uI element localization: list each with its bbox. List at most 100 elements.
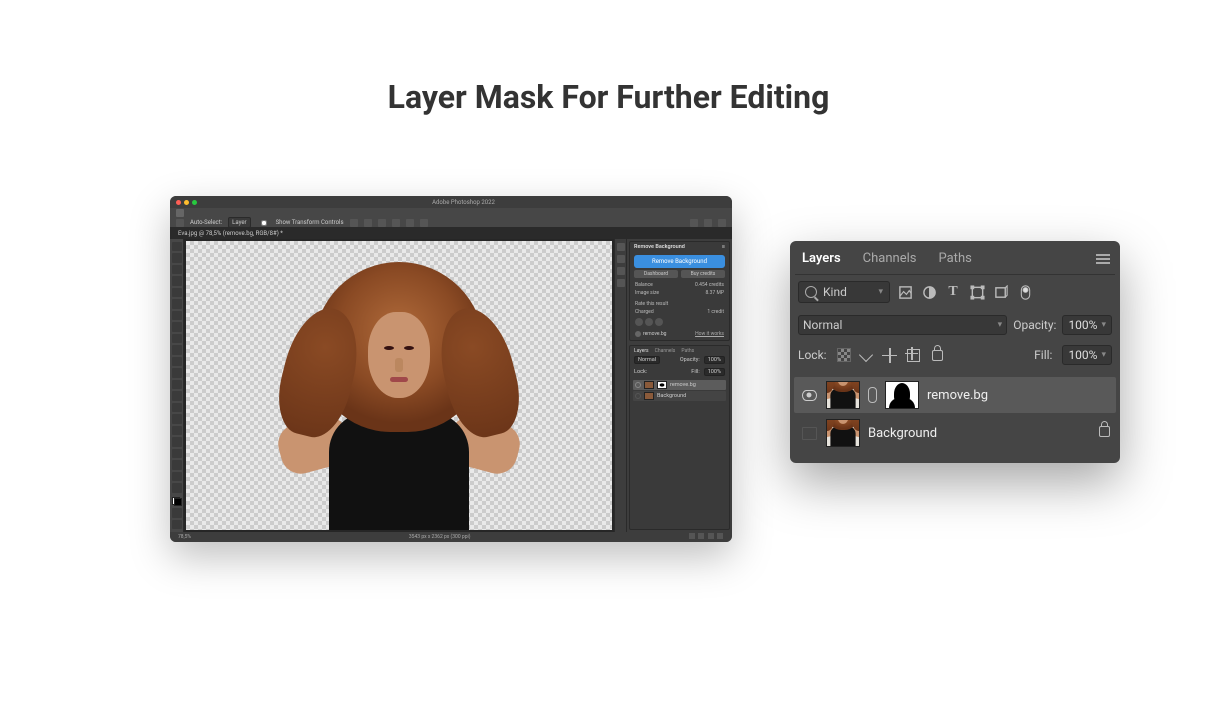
lock-position-icon[interactable] <box>881 346 899 364</box>
new-layer-icon[interactable] <box>708 533 714 539</box>
layer-name[interactable]: Background <box>868 426 937 441</box>
layer-locked-icon[interactable] <box>1099 426 1110 441</box>
filter-adjustment-icon[interactable] <box>920 283 938 301</box>
filter-type-icon[interactable]: T <box>944 283 962 301</box>
fill-field[interactable]: 100% ▾ <box>1062 345 1112 365</box>
fx-icon[interactable] <box>689 533 695 539</box>
distribute-icon[interactable] <box>406 219 414 227</box>
lock-image-icon[interactable] <box>857 346 875 364</box>
history-brush-tool-icon[interactable] <box>172 357 182 366</box>
lock-transparency-icon[interactable] <box>837 348 851 362</box>
workspace-icon[interactable] <box>704 219 712 227</box>
minimize-window-icon[interactable] <box>184 200 189 205</box>
lasso-tool-icon[interactable] <box>172 265 182 274</box>
auto-select-dropdown[interactable]: Layer <box>228 217 250 228</box>
edit-toolbar-icon[interactable] <box>172 483 182 492</box>
visibility-icon[interactable] <box>635 382 641 388</box>
layer-thumbnail[interactable] <box>644 392 654 400</box>
fill-field[interactable]: 100% <box>704 368 725 376</box>
libraries-panel-icon[interactable] <box>617 267 625 275</box>
layer-visibility-toggle[interactable] <box>800 390 818 401</box>
screen-mode-icon[interactable] <box>172 520 182 529</box>
trash-icon[interactable] <box>717 533 723 539</box>
layer-thumbnail[interactable] <box>644 381 654 389</box>
filter-toggle-icon[interactable] <box>1016 283 1034 301</box>
layer-filter-dropdown[interactable]: Kind ▾ <box>798 281 890 303</box>
distribute-icon[interactable] <box>420 219 428 227</box>
eraser-tool-icon[interactable] <box>172 368 182 377</box>
rate-bad-icon[interactable] <box>635 318 643 326</box>
rate-good-icon[interactable] <box>655 318 663 326</box>
remove-background-button[interactable]: Remove Background <box>634 255 725 268</box>
lock-all-icon[interactable] <box>929 346 947 364</box>
rate-ok-icon[interactable] <box>645 318 653 326</box>
tab-channels[interactable]: Channels <box>861 247 919 274</box>
path-tool-icon[interactable] <box>172 437 182 446</box>
options-bar[interactable]: Auto-Select: Layer Show Transform Contro… <box>170 218 732 228</box>
document-canvas[interactable] <box>186 241 612 530</box>
panel-menu-icon[interactable]: ≡ <box>722 244 725 250</box>
visibility-icon[interactable] <box>635 393 641 399</box>
crop-tool-icon[interactable] <box>172 288 182 297</box>
layer-thumbnail[interactable] <box>826 419 860 447</box>
search-icon[interactable] <box>718 219 726 227</box>
align-icon[interactable] <box>392 219 400 227</box>
foreground-background-colors[interactable] <box>172 497 182 506</box>
3d-mode-icon[interactable] <box>690 219 698 227</box>
gradient-tool-icon[interactable] <box>172 380 182 389</box>
filter-pixel-icon[interactable] <box>896 283 914 301</box>
blend-mode-dropdown[interactable]: Normal <box>634 356 660 364</box>
color-panel-icon[interactable] <box>617 243 625 251</box>
adjustments-panel-icon[interactable] <box>617 279 625 287</box>
move-tool-icon[interactable] <box>172 242 182 251</box>
layer-row-remove-bg[interactable]: remove.bg <box>633 380 726 390</box>
align-icon[interactable] <box>364 219 372 227</box>
healing-tool-icon[interactable] <box>172 322 182 331</box>
layer-mask-thumbnail[interactable] <box>885 381 919 409</box>
collapsed-panels-strip[interactable] <box>615 239 627 532</box>
align-icon[interactable] <box>378 219 386 227</box>
layer-mask-thumbnail[interactable] <box>657 381 667 389</box>
selection-tool-icon[interactable] <box>172 276 182 285</box>
panel-menu-icon[interactable] <box>1096 253 1110 268</box>
buy-credits-button[interactable]: Buy credits <box>681 270 725 278</box>
layer-thumbnail[interactable] <box>826 381 860 409</box>
dashboard-button[interactable]: Dashboard <box>634 270 678 278</box>
zoom-tool-icon[interactable] <box>172 472 182 481</box>
align-icon[interactable] <box>350 219 358 227</box>
tab-channels[interactable]: Channels <box>655 348 676 354</box>
swatches-panel-icon[interactable] <box>617 255 625 263</box>
layer-name[interactable]: remove.bg <box>927 388 988 403</box>
opacity-field[interactable]: 100% <box>704 356 725 364</box>
how-it-works-link[interactable]: How it works <box>695 331 724 337</box>
layer-row-background[interactable]: Background <box>633 391 726 401</box>
stamp-tool-icon[interactable] <box>172 345 182 354</box>
type-tool-icon[interactable] <box>172 426 182 435</box>
hand-tool-icon[interactable] <box>172 460 182 469</box>
quick-mask-icon[interactable] <box>172 508 182 517</box>
layer-row-remove-bg[interactable]: remove.bg <box>794 377 1116 413</box>
frame-tool-icon[interactable] <box>172 299 182 308</box>
pen-tool-icon[interactable] <box>172 414 182 423</box>
home-icon[interactable] <box>176 209 184 217</box>
brush-tool-icon[interactable] <box>172 334 182 343</box>
eyedropper-tool-icon[interactable] <box>172 311 182 320</box>
blur-tool-icon[interactable] <box>172 391 182 400</box>
tab-layers[interactable]: Layers <box>634 348 649 354</box>
tab-layers[interactable]: Layers <box>800 247 843 274</box>
layer-row-background[interactable]: Background <box>794 415 1116 451</box>
show-transform-checkbox[interactable] <box>261 220 267 226</box>
close-window-icon[interactable] <box>176 200 181 205</box>
opacity-field[interactable]: 100% ▾ <box>1062 315 1112 335</box>
layer-visibility-toggle[interactable] <box>800 427 818 440</box>
lock-artboard-icon[interactable] <box>905 346 923 364</box>
tab-paths[interactable]: Paths <box>936 247 973 274</box>
tools-panel[interactable] <box>170 239 184 532</box>
link-mask-icon[interactable] <box>868 387 877 403</box>
traffic-lights[interactable] <box>176 200 197 205</box>
canvas-area[interactable] <box>184 239 614 532</box>
document-tab[interactable]: Eva.jpg @ 78,5% (remove.bg, RGB/8#) * <box>170 228 732 239</box>
shape-tool-icon[interactable] <box>172 449 182 458</box>
maximize-window-icon[interactable] <box>192 200 197 205</box>
window-titlebar[interactable]: Adobe Photoshop 2022 <box>170 196 732 208</box>
